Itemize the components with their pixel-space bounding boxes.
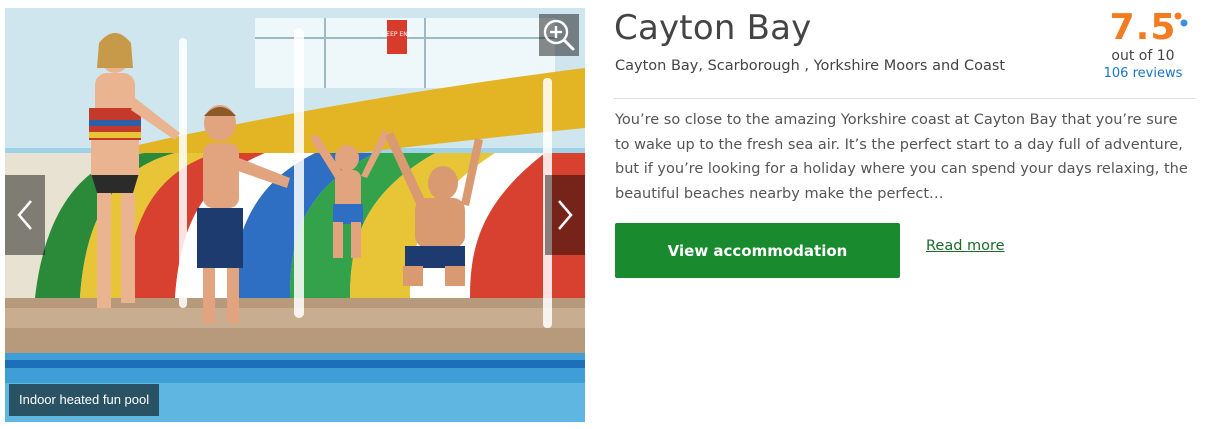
sign-text: DEEP END: [382, 31, 413, 38]
divider: [614, 98, 1195, 99]
rating-block: 7.5 out of 10 106 reviews: [1100, 6, 1188, 81]
chevron-left-icon: [17, 200, 32, 230]
rating-dots-icon: [1174, 12, 1188, 27]
photo-gallery[interactable]: DEEP END Indoor heated fun pool: [5, 8, 585, 422]
view-accommodation-button[interactable]: View accommodation: [615, 223, 900, 278]
rating-out-of: out of 10: [1111, 48, 1175, 64]
chevron-right-icon: [558, 200, 573, 230]
photo-caption: Indoor heated fun pool: [9, 384, 160, 416]
pool-photo: DEEP END: [5, 8, 585, 422]
zoom-button[interactable]: [539, 14, 579, 56]
park-description: You’re so close to the amazing Yorkshire…: [615, 112, 1188, 202]
gallery-next-button[interactable]: [545, 175, 585, 255]
park-location: Cayton Bay, Scarborough , Yorkshire Moor…: [615, 58, 1006, 74]
gallery-prev-button[interactable]: [5, 175, 45, 255]
park-title[interactable]: Cayton Bay: [614, 8, 811, 48]
read-more-link[interactable]: Read more: [926, 238, 1005, 254]
zoom-in-icon: [543, 19, 575, 51]
reviews-link[interactable]: 106 reviews: [1100, 66, 1186, 81]
